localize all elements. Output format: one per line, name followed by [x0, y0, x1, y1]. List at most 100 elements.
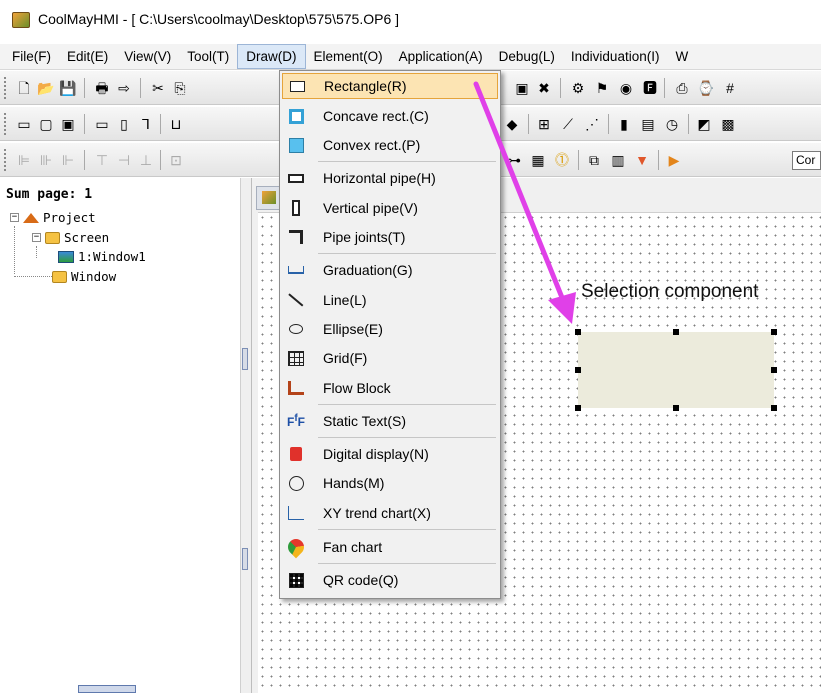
menu-item-flow-block[interactable]: Flow Block — [282, 375, 498, 401]
page-icon[interactable]: ⎙ — [672, 78, 692, 98]
menu-item-concave-rect[interactable]: Concave rect.(C) — [282, 103, 498, 129]
valve-tool-icon[interactable]: ⊶ — [504, 150, 524, 170]
clock-page-icon[interactable]: ⌚ — [696, 78, 716, 98]
resize-handle[interactable] — [771, 367, 777, 373]
menu-debug[interactable]: Debug(L) — [491, 44, 563, 69]
resize-handle[interactable] — [771, 405, 777, 411]
pipe-joint-tool-icon[interactable]: ⅂ — [136, 114, 156, 134]
toolbar-combo[interactable]: Cor — [792, 151, 821, 170]
resize-handle[interactable] — [673, 405, 679, 411]
plc-icon[interactable]: ⚑ — [592, 78, 612, 98]
selected-rectangle[interactable] — [578, 332, 774, 408]
tree-node-window1[interactable]: 1:Window1 — [58, 249, 146, 264]
bar-tool-icon[interactable]: ▦ — [528, 150, 548, 170]
align-right-icon[interactable]: ⊩ — [58, 150, 78, 170]
chart-tool-icon[interactable]: ▥ — [608, 150, 628, 170]
align-left-icon[interactable]: ⊫ — [14, 150, 34, 170]
menu-edit[interactable]: Edit(E) — [59, 44, 116, 69]
menu-item-label: Ellipse(E) — [323, 321, 383, 337]
menu-item-convex-rect[interactable]: Convex rect.(P) — [282, 132, 498, 158]
trend-tool-icon[interactable]: ⟋ — [558, 114, 578, 134]
collapse-toggle-icon[interactable]: − — [32, 233, 41, 242]
tree-node-label: Window — [71, 269, 117, 284]
menu-item-vertical-pipe[interactable]: Vertical pipe(V) — [282, 195, 498, 221]
toolbar-grip[interactable] — [4, 77, 8, 99]
horizontal-scrollbar[interactable] — [78, 685, 136, 693]
resize-handle[interactable] — [575, 367, 581, 373]
grid-tool-icon[interactable]: ⊞ — [534, 114, 554, 134]
xy-tool-icon[interactable]: ⋰ — [582, 114, 602, 134]
build-icon[interactable]: ▣ — [512, 78, 532, 98]
align-top-icon[interactable]: ⊤ — [92, 150, 112, 170]
vertical-pipe-tool-icon[interactable]: ▯ — [114, 114, 134, 134]
delete-icon[interactable]: ✖ — [534, 78, 554, 98]
collapse-toggle-icon[interactable]: − — [10, 213, 19, 222]
settings-icon[interactable]: ◉ — [616, 78, 636, 98]
align-center-icon[interactable]: ⊪ — [36, 150, 56, 170]
menu-view[interactable]: View(V) — [116, 44, 179, 69]
panel-splitter[interactable] — [240, 178, 252, 693]
download-icon[interactable]: ⇨ — [114, 78, 134, 98]
graduation-tool-icon[interactable]: ⊔ — [166, 114, 186, 134]
menu-item-line[interactable]: Line(L) — [282, 287, 498, 313]
menu-item-xy-trend[interactable]: XY trend chart(X) — [282, 500, 498, 526]
collapse-arrow-icon[interactable] — [242, 348, 248, 370]
menu-item-digital-display[interactable]: Digital display(N) — [282, 441, 498, 467]
compile-icon[interactable]: ⚙ — [568, 78, 588, 98]
menu-item-rectangle[interactable]: Rectangle(R) — [282, 73, 498, 99]
toolbar-grip[interactable] — [4, 113, 8, 135]
menu-individuation[interactable]: Individuation(I) — [563, 44, 668, 69]
grid-toggle-icon[interactable]: # — [720, 78, 740, 98]
menu-item-hands[interactable]: Hands(M) — [282, 470, 498, 496]
menu-draw[interactable]: Draw(D) — [237, 44, 306, 69]
picture-tool-icon[interactable]: ▩ — [718, 114, 738, 134]
save-icon[interactable]: 💾 — [58, 78, 78, 98]
cut-icon[interactable]: ✂ — [148, 78, 168, 98]
resize-handle[interactable] — [673, 329, 679, 335]
align-bottom-icon[interactable]: ⊥ — [136, 150, 156, 170]
convex-rect-tool-icon[interactable]: ▣ — [58, 114, 78, 134]
menu-item-fan-chart[interactable]: Fan chart — [282, 534, 498, 560]
print-icon[interactable]: 🖶 — [92, 78, 112, 98]
clock-tool-icon[interactable]: ◷ — [662, 114, 682, 134]
menu-file[interactable]: File(F) — [0, 44, 59, 69]
toolbar-grip[interactable] — [4, 149, 8, 171]
align-middle-icon[interactable]: ⊣ — [114, 150, 134, 170]
font-icon[interactable]: 🅵 — [640, 78, 660, 98]
graduation-icon — [286, 260, 306, 280]
same-size-icon[interactable]: ⊡ — [166, 150, 186, 170]
concave-rect-tool-icon[interactable]: ▢ — [36, 114, 56, 134]
menu-item-grid[interactable]: Grid(F) — [282, 345, 498, 371]
menu-item-pipe-joints[interactable]: Pipe joints(T) — [282, 224, 498, 250]
resize-handle[interactable] — [575, 329, 581, 335]
menu-item-ellipse[interactable]: Ellipse(E) — [282, 316, 498, 342]
menu-separator — [318, 437, 496, 438]
open-folder-icon[interactable]: 📂 — [36, 78, 56, 98]
tree-node-window[interactable]: Window — [52, 269, 116, 284]
menu-element[interactable]: Element(O) — [306, 44, 391, 69]
menu-item-qr-code[interactable]: QR code(Q) — [282, 567, 498, 593]
display-tool-icon[interactable]: ▤ — [638, 114, 658, 134]
menu-item-static-text[interactable]: FfF Static Text(S) — [282, 408, 498, 434]
tree-node-project[interactable]: − Project — [10, 210, 96, 225]
copy-icon[interactable]: ⎘ — [170, 78, 190, 98]
menu-item-horizontal-pipe[interactable]: Horizontal pipe(H) — [282, 165, 498, 191]
resize-handle[interactable] — [575, 405, 581, 411]
meter-tool-icon[interactable]: ▮ — [614, 114, 634, 134]
menu-application[interactable]: Application(A) — [391, 44, 491, 69]
menu-item-graduation[interactable]: Graduation(G) — [282, 257, 498, 283]
resize-handle[interactable] — [771, 329, 777, 335]
tree-node-screen[interactable]: − Screen — [32, 230, 109, 245]
menu-window[interactable]: W — [667, 44, 696, 69]
alarm-tool-icon[interactable]: ⓵ — [552, 150, 572, 170]
fan-tool-icon[interactable]: ▼ — [632, 150, 652, 170]
image-tool-icon[interactable]: ◩ — [694, 114, 714, 134]
monitor-tool-icon[interactable]: ⧉ — [584, 150, 604, 170]
menu-tool[interactable]: Tool(T) — [179, 44, 237, 69]
new-file-icon[interactable]: 🗋 — [14, 78, 34, 98]
play-tool-icon[interactable]: ▶ — [664, 150, 684, 170]
horizontal-pipe-tool-icon[interactable]: ▭ — [92, 114, 112, 134]
flow-tool-icon[interactable]: ◆ — [502, 114, 522, 134]
collapse-arrow-icon[interactable] — [242, 548, 248, 570]
rectangle-tool-icon[interactable]: ▭ — [14, 114, 34, 134]
